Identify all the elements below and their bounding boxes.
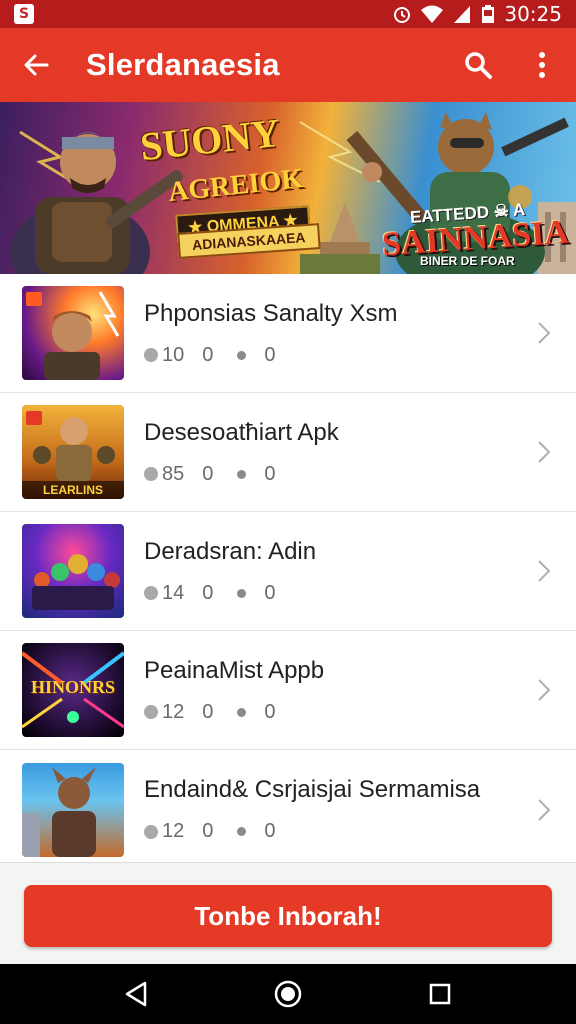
item-value: 0 — [202, 820, 214, 842]
app-bar: Slerdanaesia — [0, 28, 576, 102]
separator-dot-icon — [237, 827, 247, 836]
item-title: Phponsias Sanalty Xsm — [144, 299, 398, 327]
item-meta: 10 0 0 — [144, 344, 576, 367]
item-value: 0 — [202, 700, 214, 723]
nav-back-button[interactable] — [116, 974, 156, 1014]
item-value-2: 0 — [264, 581, 276, 604]
item-meta: 85 0 0 — [144, 463, 576, 486]
chevron-right-icon — [538, 441, 551, 463]
item-value: 0 — [202, 462, 214, 485]
item-count: 14 — [162, 581, 185, 604]
more-vert-icon — [539, 52, 545, 78]
cta-area: Tonbe Inborah! — [0, 862, 576, 964]
app-thumbnail: LEARLINS — [22, 405, 124, 499]
item-title: Endaind& Csrjaisjai Sermamisa — [144, 776, 481, 803]
chevron-right-icon — [538, 798, 551, 821]
more-options-button[interactable] — [522, 45, 562, 85]
list-item[interactable]: Deradsran: Adin 14 0 0 — [0, 512, 576, 631]
app-thumbnail — [22, 524, 124, 618]
list-item[interactable]: Phponsias Sanalty Xsm 10 0 0 — [0, 274, 576, 393]
item-value-2: 0 — [264, 462, 276, 485]
rating-dot-icon — [144, 467, 158, 481]
rating-dot-icon — [144, 586, 158, 600]
page-title: Slerdanaesia — [86, 47, 280, 82]
item-count: 10 — [162, 343, 185, 366]
search-button[interactable] — [458, 45, 498, 85]
rating-dot-icon — [144, 348, 158, 362]
chevron-right-icon — [538, 679, 551, 701]
rating-dot-icon — [144, 824, 158, 839]
back-button[interactable] — [14, 43, 58, 87]
app-list: Phponsias Sanalty Xsm 10 0 0 LEARLINS De… — [0, 274, 576, 862]
item-title: PeainaMist Appb — [144, 656, 325, 684]
item-count: 12 — [162, 700, 185, 723]
app-notification-icon: S — [14, 4, 34, 24]
item-count: 85 — [162, 462, 185, 485]
item-title: Desesoatħiart Apk — [144, 418, 339, 446]
back-arrow-icon — [24, 54, 49, 76]
primary-action-button[interactable]: Tonbe Inborah! — [24, 885, 552, 947]
alarm-icon — [394, 7, 411, 23]
list-item[interactable]: LEARLINS Desesoatħiart Apk 85 0 0 — [0, 393, 576, 512]
wifi-icon — [421, 5, 444, 23]
list-item[interactable]: Endaind& Csrjaisjai Sermamisa 12 0 0 — [0, 750, 576, 869]
thumb-caption: HINONRS — [30, 677, 115, 697]
nav-home-button[interactable] — [268, 974, 308, 1014]
item-meta: 14 0 0 — [144, 582, 576, 605]
promo-banner[interactable]: SUONY AGREIOK ★ OMMENA ★ ADIANASKAAEA EA… — [0, 102, 576, 274]
rating-dot-icon — [144, 705, 158, 719]
item-title: Deradsran: Adin — [144, 537, 317, 565]
recents-square-icon — [429, 983, 451, 1005]
item-value: 0 — [202, 343, 214, 366]
app-thumbnail — [22, 762, 124, 857]
app-screen: S 30:25 Slerdanaesia SUONY AGREIOK ★ OMM… — [0, 0, 576, 1024]
chevron-right-icon — [538, 560, 551, 582]
app-thumbnail: HINONRS — [22, 643, 124, 737]
search-icon — [465, 52, 492, 79]
battery-icon — [482, 5, 495, 23]
item-value-2: 0 — [264, 700, 276, 723]
separator-dot-icon — [237, 350, 247, 360]
back-triangle-icon — [125, 981, 147, 1007]
chevron-right-icon — [538, 322, 551, 344]
signal-icon — [454, 6, 471, 23]
banner-right-tagline: BINER DE FOAR — [420, 254, 515, 268]
thumb-caption: LEARLINS — [22, 481, 124, 499]
status-time: 30:25 — [504, 2, 562, 26]
separator-dot-icon — [237, 469, 247, 479]
separator-dot-icon — [237, 588, 247, 598]
item-meta: 12 0 0 — [144, 820, 576, 843]
home-circle-icon — [274, 980, 302, 1008]
system-nav-bar — [0, 964, 576, 1024]
separator-dot-icon — [237, 707, 247, 717]
nav-recents-button[interactable] — [420, 974, 460, 1014]
item-count: 12 — [162, 820, 185, 842]
list-item[interactable]: HINONRS PeainaMist Appb 12 0 0 — [0, 631, 576, 750]
item-meta: 12 0 0 — [144, 701, 576, 724]
item-value-2: 0 — [264, 820, 276, 842]
item-value: 0 — [202, 581, 214, 604]
app-thumbnail — [22, 286, 124, 380]
item-value-2: 0 — [264, 343, 276, 366]
status-bar: S 30:25 — [0, 0, 576, 28]
